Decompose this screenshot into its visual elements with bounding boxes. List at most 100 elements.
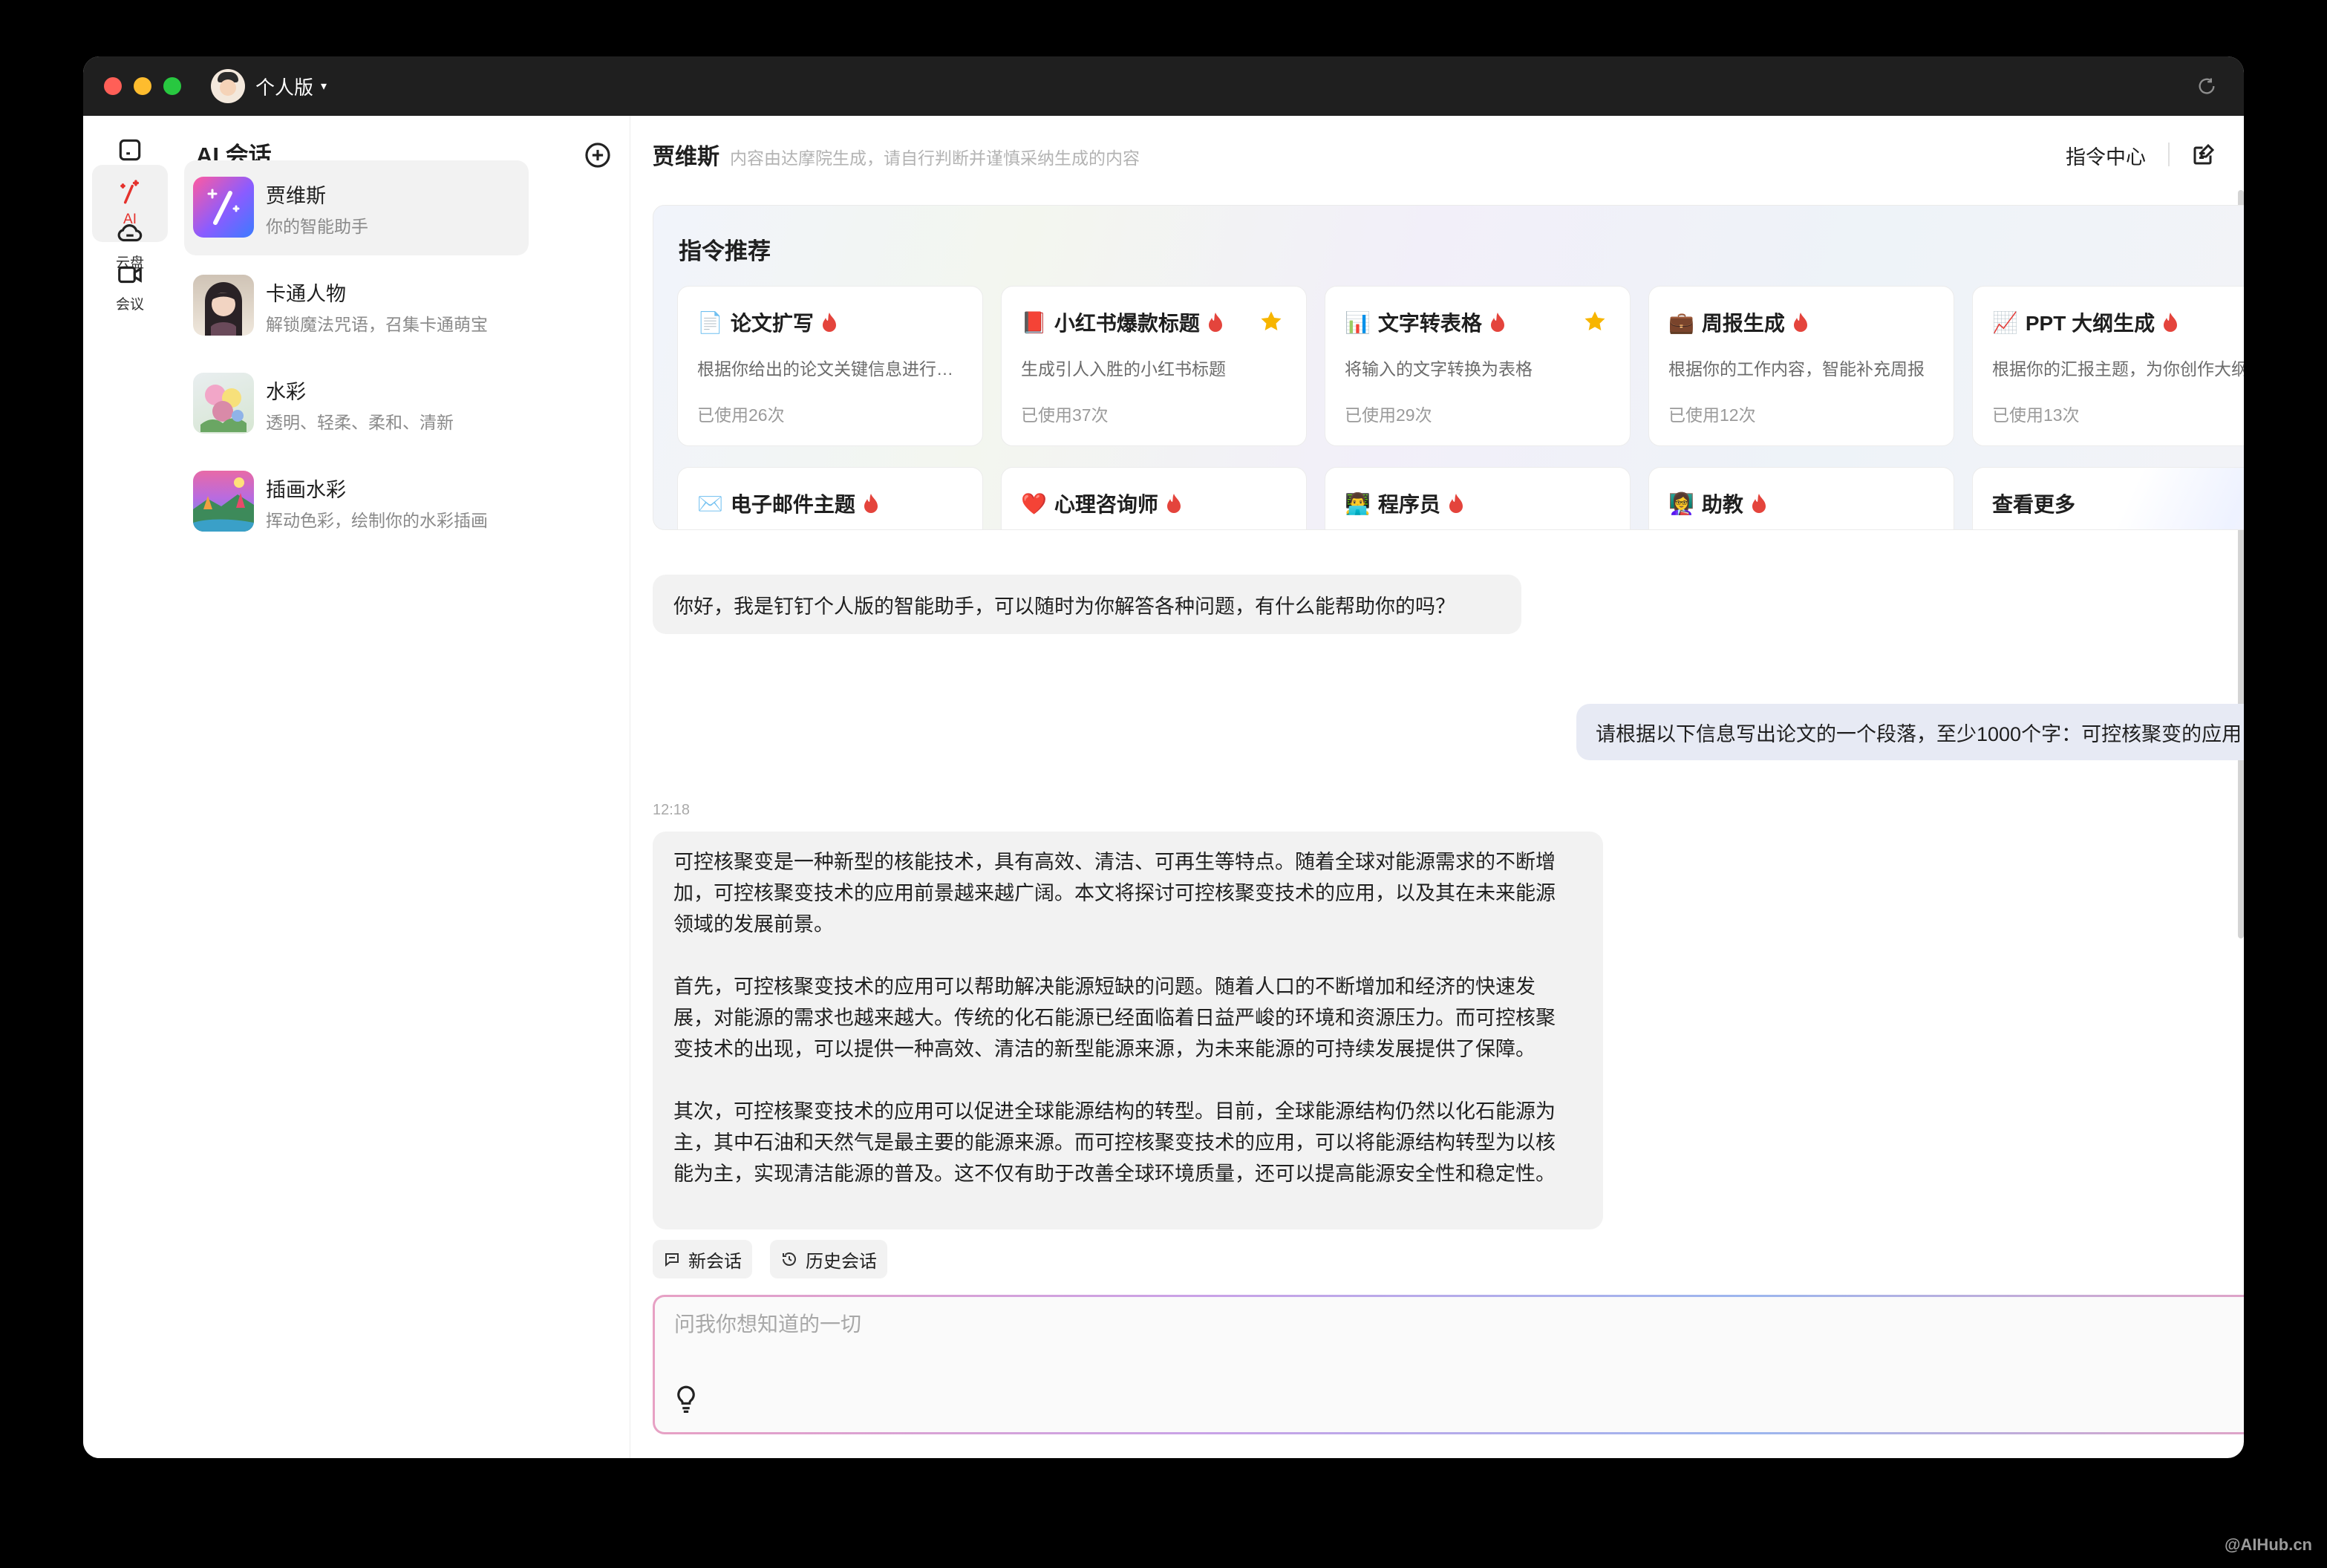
star-icon[interactable] bbox=[1259, 309, 1284, 334]
user-message: 请根据以下信息写出论文的一个段落，至少1000个字：可控核聚变的应用 bbox=[1576, 704, 2244, 760]
document-icon: 📄 bbox=[697, 310, 723, 334]
command-card[interactable]: 📕 小红书爆款标题 生成引人入胜的小红书标题 已使用37次 bbox=[1001, 286, 1307, 446]
command-card[interactable]: 📊 文字转表格 将输入的文字转换为表格 已使用29次 bbox=[1325, 286, 1631, 446]
fire-icon bbox=[1166, 494, 1181, 513]
fire-icon bbox=[864, 494, 878, 513]
account-switcher[interactable]: 个人版 ▾ bbox=[211, 69, 327, 103]
card-desc: 根据你的汇报主题，为你创作大纲 bbox=[1992, 359, 2244, 379]
watercolor-avatar bbox=[193, 373, 254, 434]
chat-bubble-icon bbox=[665, 1253, 679, 1267]
trend-chart-icon: 📈 bbox=[1992, 310, 2018, 334]
card-usage: 已使用26次 bbox=[697, 405, 785, 425]
teacher-icon: 👩‍🏫 bbox=[1668, 491, 1694, 515]
view-more-card[interactable]: 查看更多 bbox=[1972, 467, 2244, 529]
star-icon[interactable] bbox=[1582, 309, 1608, 334]
close-window-button[interactable] bbox=[104, 77, 122, 95]
bot-greeting-message: 你好，我是钉钉个人版的智能助手，可以随时为你解答各种问题，有什么能帮助你的吗？ bbox=[653, 575, 1521, 634]
new-chat-label: 新会话 bbox=[688, 1251, 742, 1272]
chat-item-desc: 挥动色彩，绘制你的水彩插画 bbox=[266, 511, 488, 530]
message-input[interactable] bbox=[673, 1312, 2086, 1337]
add-chat-icon[interactable] bbox=[584, 141, 612, 169]
card-title: 周报生成 bbox=[1701, 312, 1785, 335]
answer-paragraph: 可控核聚变是一种新型的核能技术，具有高效、清洁、可再生等特点。随着全球对能源需求… bbox=[673, 851, 1556, 935]
caret-down-icon: ▾ bbox=[321, 80, 327, 93]
window-controls bbox=[104, 77, 181, 95]
card-title: 论文扩写 bbox=[730, 312, 814, 335]
card-desc: 将输入的文字转换为表格 bbox=[1345, 359, 1533, 379]
fire-icon bbox=[1449, 494, 1463, 513]
refresh-icon[interactable] bbox=[2196, 76, 2217, 97]
command-recommend-panel: 指令推荐 📄 论文扩写 根据你给出的论文关键信息进行扩写 已使用26次 📕 小红书爆… bbox=[653, 205, 2244, 530]
card-title: PPT 大纲生成 bbox=[2025, 312, 2155, 335]
jarvis-avatar bbox=[193, 177, 254, 238]
space-icon bbox=[119, 139, 141, 160]
new-chat-button[interactable]: 新会话 bbox=[653, 1240, 752, 1278]
app-window: 个人版 ▾ 空间 AI 云盘 会议 AI 会话 bbox=[83, 56, 2244, 1458]
disclaimer-note: 内容由达摩院生成，请自行判断并谨慎采纳生成的内容 bbox=[730, 148, 1140, 168]
envelope-icon: ✉️ bbox=[697, 491, 723, 515]
cloud-icon bbox=[117, 223, 143, 241]
card-title: 助教 bbox=[1701, 493, 1743, 516]
chat-item-desc: 你的智能助手 bbox=[266, 217, 368, 236]
bot-name: 贾维斯 bbox=[653, 145, 719, 169]
edit-note-icon[interactable] bbox=[2190, 141, 2217, 168]
illustration-watercolor-avatar bbox=[193, 471, 254, 532]
message-timestamp: 12:18 bbox=[653, 802, 691, 818]
history-chat-button[interactable]: 历史会话 bbox=[770, 1240, 887, 1278]
programmer-icon: 👨‍💻 bbox=[1345, 491, 1371, 515]
chat-item-name: 插画水彩 bbox=[266, 479, 346, 501]
fire-icon bbox=[1490, 313, 1504, 332]
command-card[interactable]: ✉️ 电子邮件主题 bbox=[677, 467, 983, 529]
card-title: 文字转表格 bbox=[1377, 312, 1482, 335]
magic-wand-icon bbox=[207, 189, 240, 225]
bot-answer-message: 可控核聚变是一种新型的核能技术，具有高效、清洁、可再生等特点。随着全球对能源需求… bbox=[653, 832, 1603, 1229]
recommend-title: 指令推荐 bbox=[679, 238, 771, 264]
command-card[interactable]: 📈 PPT 大纲生成 根据你的汇报主题，为你创作大纲 已使用13次 bbox=[1972, 286, 2244, 446]
heart-icon: ❤️ bbox=[1021, 491, 1047, 515]
chat-main: 贾维斯 内容由达摩院生成，请自行判断并谨慎采纳生成的内容 指令中心 指令推荐 📄… bbox=[630, 116, 2244, 1458]
command-card[interactable]: 👨‍💻 程序员 bbox=[1325, 467, 1631, 529]
command-center-link[interactable]: 指令中心 bbox=[2066, 141, 2146, 170]
bar-chart-icon: 📊 bbox=[1345, 310, 1371, 334]
card-title: 小红书爆款标题 bbox=[1054, 312, 1200, 335]
chat-item-watercolor[interactable]: 水彩 透明、轻柔、柔和、清新 bbox=[184, 356, 529, 451]
card-title: 程序员 bbox=[1377, 493, 1440, 516]
chat-item-cartoon[interactable]: 卡通人物 解锁魔法咒语，召集卡通萌宝 bbox=[184, 258, 529, 353]
card-usage: 已使用12次 bbox=[1668, 405, 1756, 425]
chat-item-name: 贾维斯 bbox=[266, 185, 326, 207]
fire-icon bbox=[822, 313, 836, 332]
card-usage: 已使用13次 bbox=[1992, 405, 2080, 425]
minimize-window-button[interactable] bbox=[134, 77, 151, 95]
account-label: 个人版 bbox=[255, 76, 314, 99]
command-card[interactable]: 👩‍🏫 助教 bbox=[1648, 467, 1954, 529]
fire-icon bbox=[1793, 313, 1807, 332]
ai-wand-icon bbox=[120, 180, 140, 204]
video-icon bbox=[118, 266, 142, 283]
rail-item-label: 会议 bbox=[115, 296, 144, 313]
chat-item-illustration-watercolor[interactable]: 插画水彩 挥动色彩，绘制你的水彩插画 bbox=[184, 454, 529, 549]
avatar bbox=[211, 69, 245, 103]
lightbulb-icon[interactable] bbox=[674, 1385, 698, 1413]
command-card[interactable]: 💼 周报生成 根据你的工作内容，智能补充周报 已使用12次 bbox=[1648, 286, 1954, 446]
card-desc: 根据你给出的论文关键信息进行扩写 bbox=[697, 359, 965, 379]
chat-item-jarvis[interactable]: 贾维斯 你的智能助手 bbox=[184, 160, 529, 255]
briefcase-icon: 💼 bbox=[1668, 310, 1694, 334]
card-title: 心理咨询师 bbox=[1054, 493, 1158, 516]
card-title: 电子邮件主题 bbox=[730, 493, 855, 516]
card-desc: 根据你的工作内容，智能补充周报 bbox=[1668, 359, 1925, 379]
maximize-window-button[interactable] bbox=[163, 77, 181, 95]
chat-item-name: 卡通人物 bbox=[266, 283, 346, 305]
command-card[interactable]: 📄 论文扩写 根据你给出的论文关键信息进行扩写 已使用26次 bbox=[677, 286, 983, 446]
command-card[interactable]: ❤️ 心理咨询师 bbox=[1001, 467, 1307, 529]
red-book-icon: 📕 bbox=[1021, 310, 1047, 334]
chat-item-desc: 解锁魔法咒语，召集卡通萌宝 bbox=[266, 315, 488, 334]
answer-paragraph: 首先，可控核聚变技术的应用可以帮助解决能源短缺的问题。随着人口的不断增加和经济的… bbox=[673, 976, 1556, 1060]
header-divider bbox=[2168, 143, 2170, 166]
view-more-label: 查看更多 bbox=[1992, 493, 2076, 516]
chat-header: 贾维斯 内容由达摩院生成，请自行判断并谨慎采纳生成的内容 bbox=[653, 138, 1140, 171]
history-icon bbox=[783, 1252, 796, 1266]
rail-item-meeting[interactable]: 会议 bbox=[92, 248, 168, 325]
card-usage: 已使用29次 bbox=[1345, 405, 1432, 425]
title-bar: 个人版 ▾ bbox=[83, 56, 2244, 116]
chat-item-name: 水彩 bbox=[266, 381, 306, 403]
